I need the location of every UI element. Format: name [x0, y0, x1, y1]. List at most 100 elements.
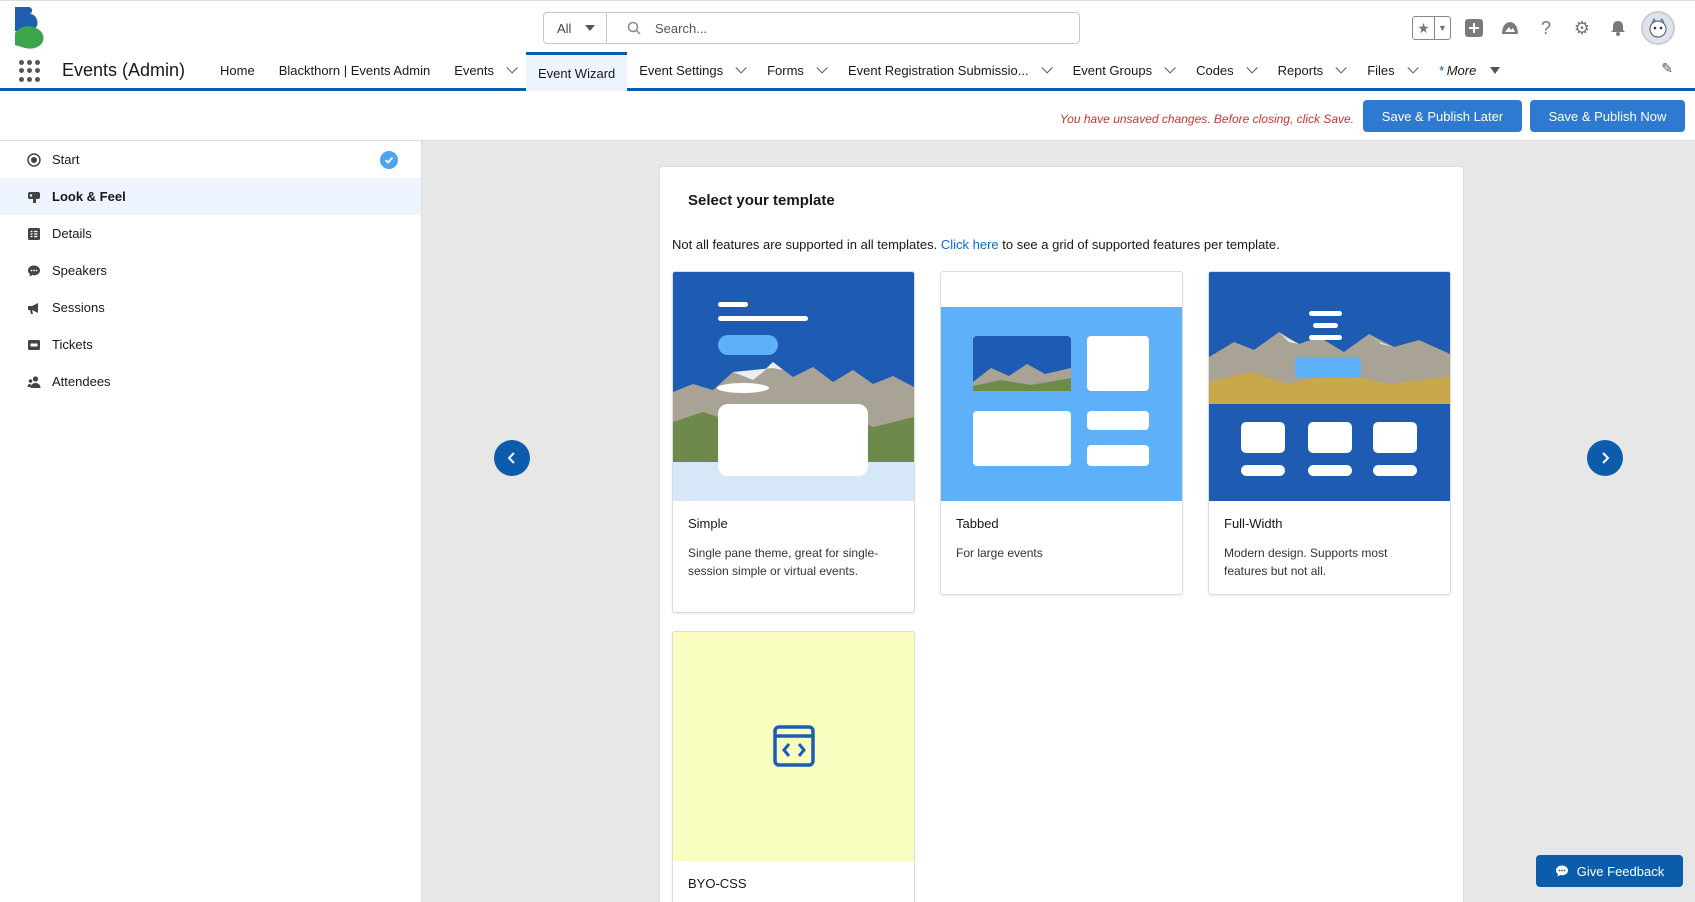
- trailhead-icon[interactable]: [1497, 15, 1523, 41]
- carousel-prev-button[interactable]: [494, 440, 530, 476]
- template-name: Tabbed: [956, 516, 999, 531]
- template-full-width-preview: [1209, 272, 1450, 501]
- blackthorn-logo[interactable]: [13, 7, 47, 49]
- step-label: Attendees: [52, 374, 111, 389]
- unsaved-changes-message: You have unsaved changes. Before closing…: [1059, 112, 1354, 126]
- chat-bubble-icon: [1555, 865, 1568, 877]
- chevron-down-icon[interactable]: [735, 62, 747, 74]
- global-create-icon[interactable]: [1461, 15, 1487, 41]
- template-panel: Select your template Not all features ar…: [659, 166, 1464, 902]
- ticket-icon: [26, 337, 42, 353]
- wizard-steps-sidebar: Start Look & Feel Details Speakers Sessi…: [0, 141, 422, 902]
- template-description: For large events: [956, 546, 1043, 560]
- chat-icon: [26, 263, 42, 279]
- step-attendees[interactable]: Attendees: [0, 363, 421, 400]
- global-search: All: [543, 12, 1080, 44]
- nav-tab-home[interactable]: Home: [208, 52, 267, 88]
- favorites-menu-icon[interactable]: ▼: [1434, 17, 1450, 39]
- nav-tab-blackthorn-events-admin[interactable]: Blackthorn | Events Admin: [267, 52, 443, 88]
- search-scope-label: All: [557, 20, 572, 36]
- template-card-tabbed[interactable]: Tabbed For large events: [940, 271, 1183, 595]
- supported-features-link[interactable]: Click here: [941, 237, 999, 252]
- nav-tab-label: Home: [220, 62, 255, 78]
- edit-nav-pencil-icon[interactable]: ✎: [1661, 60, 1673, 77]
- caret-down-icon: [1490, 66, 1501, 74]
- step-tickets[interactable]: Tickets: [0, 326, 421, 363]
- step-label: Start: [52, 152, 80, 167]
- list-icon: [26, 226, 42, 242]
- people-icon: [26, 374, 42, 390]
- nav-more-menu[interactable]: * More: [1427, 52, 1513, 88]
- app-name: Events (Admin): [62, 60, 186, 80]
- give-feedback-button[interactable]: Give Feedback: [1536, 855, 1683, 887]
- step-speakers[interactable]: Speakers: [0, 252, 421, 289]
- search-scope-select[interactable]: All: [544, 13, 607, 43]
- template-byo-css-preview: [673, 632, 914, 861]
- template-support-note: Not all features are supported in all te…: [672, 237, 1280, 252]
- chevron-right-icon: [1602, 452, 1610, 464]
- nav-tab-label: Event Wizard: [537, 65, 616, 81]
- nav-tab-codes[interactable]: Codes: [1184, 52, 1266, 88]
- note-text-before: Not all features are supported in all te…: [672, 237, 938, 252]
- help-icon[interactable]: ?: [1533, 15, 1559, 41]
- step-look-feel[interactable]: Look & Feel: [0, 178, 421, 215]
- nav-tab-label: Event Groups: [1072, 62, 1153, 78]
- app-launcher-icon[interactable]: [19, 60, 41, 82]
- gear-icon[interactable]: ⚙: [1569, 15, 1595, 41]
- favorites-group: ★ ▼: [1412, 16, 1451, 40]
- carousel-next-button[interactable]: [1587, 440, 1623, 476]
- nav-tab-events[interactable]: Events: [442, 52, 526, 88]
- template-tabbed-preview: [941, 272, 1182, 501]
- main-content: Select your template Not all features ar…: [422, 141, 1695, 902]
- template-card-simple[interactable]: Simple Single pane theme, great for sing…: [672, 271, 915, 613]
- nav-tab-label: Files: [1367, 62, 1395, 78]
- megaphone-icon: [26, 300, 42, 316]
- chevron-down-icon[interactable]: [1407, 62, 1419, 74]
- search-input[interactable]: [655, 20, 1055, 36]
- nav-tab-label: Event Settings: [639, 62, 724, 78]
- nav-tab-reports[interactable]: Reports: [1266, 52, 1356, 88]
- nav-tab-event-settings[interactable]: Event Settings: [627, 52, 755, 88]
- template-description: Modern design. Supports most features bu…: [1224, 546, 1388, 578]
- save-publish-later-button[interactable]: Save & Publish Later: [1363, 100, 1522, 132]
- give-feedback-label: Give Feedback: [1576, 863, 1665, 879]
- note-text-after: to see a grid of supported features per …: [1002, 237, 1280, 252]
- chevron-down-icon[interactable]: [816, 62, 828, 74]
- nav-tab-event-registration-submissio[interactable]: Event Registration Submissio...: [836, 52, 1061, 88]
- chevron-down-icon[interactable]: [1246, 62, 1258, 74]
- save-publish-now-button[interactable]: Save & Publish Now: [1530, 100, 1685, 132]
- global-header: All ★ ▼ ? ⚙: [0, 0, 1695, 52]
- nav-tab-files[interactable]: Files: [1355, 52, 1426, 88]
- step-sessions[interactable]: Sessions: [0, 289, 421, 326]
- template-card-full-width[interactable]: Full-Width Modern design. Supports most …: [1208, 271, 1451, 595]
- step-start[interactable]: Start: [0, 141, 421, 178]
- nav-tab-event-wizard[interactable]: Event Wizard: [525, 52, 628, 91]
- nav-tab-forms[interactable]: Forms: [755, 52, 836, 88]
- nav-more-label: More: [1446, 62, 1477, 78]
- step-details[interactable]: Details: [0, 215, 421, 252]
- search-field: [607, 13, 1079, 43]
- chevron-down-icon[interactable]: [1335, 62, 1347, 74]
- star-icon[interactable]: ★: [1413, 17, 1434, 39]
- nav-tab-label: Forms: [767, 62, 804, 78]
- chevron-down-icon[interactable]: [1164, 62, 1176, 74]
- template-name: Full-Width: [1224, 516, 1283, 531]
- step-label: Sessions: [52, 300, 105, 315]
- user-avatar[interactable]: [1641, 11, 1675, 45]
- nav-tab-label: Codes: [1196, 62, 1234, 78]
- template-name: Simple: [688, 516, 728, 531]
- chevron-down-icon[interactable]: [506, 62, 518, 74]
- step-label: Look & Feel: [52, 189, 126, 204]
- nav-tab-label: Event Registration Submissio...: [847, 62, 1029, 78]
- search-icon: [627, 21, 641, 35]
- nav-tab-label: Blackthorn | Events Admin: [278, 62, 431, 78]
- header-utility-icons: ★ ▼ ? ⚙: [1412, 11, 1675, 45]
- chevron-left-icon: [507, 452, 515, 464]
- chevron-down-icon[interactable]: [1041, 62, 1053, 74]
- template-card-byo-css[interactable]: BYO-CSS: [672, 631, 915, 902]
- app-nav-bar: Events (Admin) Home Blackthorn | Events A…: [0, 52, 1695, 91]
- panel-title: Select your template: [688, 192, 835, 209]
- nav-tab-event-groups[interactable]: Event Groups: [1061, 52, 1185, 88]
- target-icon: [26, 152, 42, 168]
- bell-icon[interactable]: [1605, 15, 1631, 41]
